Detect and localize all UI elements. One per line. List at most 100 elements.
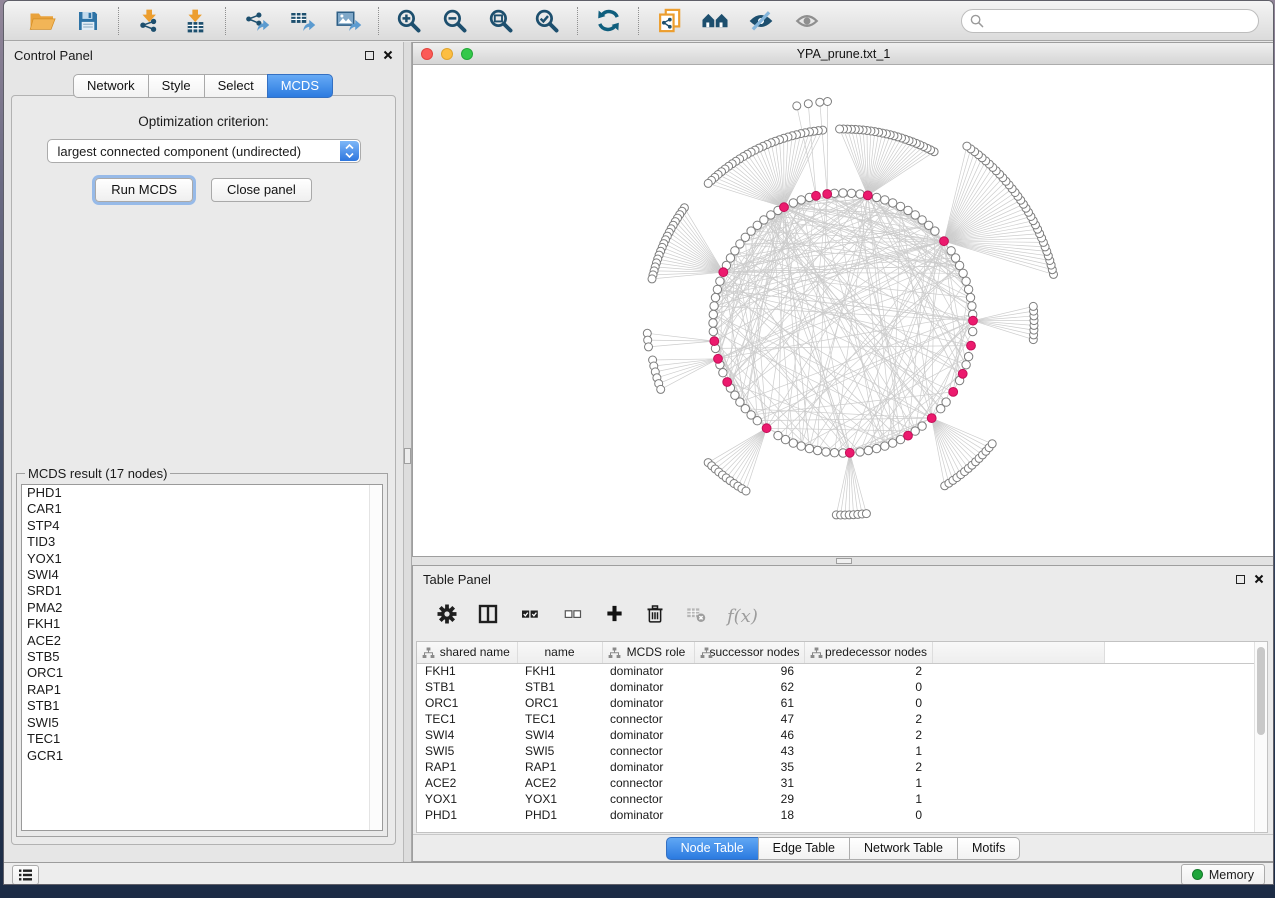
table-cell: RAP1	[517, 759, 602, 775]
table-cell: PHD1	[417, 807, 517, 823]
horizontal-splitter-grip[interactable]	[836, 558, 852, 564]
import-table-button[interactable]	[177, 5, 213, 37]
table-row[interactable]: YOX1YOX1connector291	[417, 791, 1254, 807]
task-history-button[interactable]	[12, 865, 39, 885]
table-cell: dominator	[602, 727, 694, 743]
export-network-button[interactable]	[238, 5, 274, 37]
node-table: shared namenameMCDS rolesuccessor nodesp…	[416, 641, 1268, 833]
zoom-selected-button[interactable]	[529, 5, 565, 37]
export-table-button[interactable]	[284, 5, 320, 37]
mcds-result-item[interactable]: SWI4	[22, 567, 382, 583]
open-file-button[interactable]	[24, 5, 60, 37]
mcds-result-item[interactable]: ACE2	[22, 633, 382, 649]
delete-column-button[interactable]	[645, 604, 665, 629]
control-panel-title: Control Panel	[14, 48, 93, 63]
search-input[interactable]	[961, 9, 1259, 33]
tab-style[interactable]: Style	[148, 74, 205, 98]
add-column-button[interactable]	[605, 604, 624, 628]
mcds-result-list[interactable]: PHD1CAR1STP4TID3YOX1SWI4SRD1PMA2FKH1ACE2…	[21, 484, 383, 831]
network-canvas[interactable]	[413, 65, 1274, 556]
mcds-result-item[interactable]: STP4	[22, 518, 382, 534]
table-row[interactable]: STB1STB1dominator620	[417, 679, 1254, 695]
table-row[interactable]: FKH1FKH1dominator962	[417, 663, 1254, 679]
mcds-result-item[interactable]: RAP1	[22, 682, 382, 698]
table-cell-blank	[1104, 695, 1254, 711]
column-header-predecessor-nodes[interactable]: predecessor nodes	[804, 642, 932, 663]
first-neighbors-button[interactable]	[697, 5, 733, 37]
hide-selected-button[interactable]	[743, 5, 779, 37]
function-builder-button: f(x)	[727, 606, 758, 627]
network-graph[interactable]	[413, 65, 1274, 556]
mcds-result-item[interactable]: YOX1	[22, 551, 382, 567]
column-header-successor-nodes[interactable]: successor nodes	[694, 642, 804, 663]
tab-select[interactable]: Select	[204, 74, 268, 98]
close-panel-button[interactable]: Close panel	[211, 178, 312, 202]
tab-edge-table[interactable]: Edge Table	[758, 837, 850, 860]
mcds-result-item[interactable]: PMA2	[22, 600, 382, 616]
show-column-panel-button[interactable]	[478, 604, 498, 629]
mcds-result-item[interactable]: GCR1	[22, 748, 382, 764]
mcds-list-scrollbar[interactable]	[369, 485, 382, 830]
duplicate-network-button[interactable]	[651, 5, 687, 37]
mcds-result-item[interactable]: STB5	[22, 649, 382, 665]
table-row[interactable]: TEC1TEC1connector472	[417, 711, 1254, 727]
mcds-result-item[interactable]: SRD1	[22, 583, 382, 599]
close-panel-icon[interactable]	[383, 48, 393, 63]
select-all-button[interactable]	[519, 606, 541, 627]
table-cell-blank	[1104, 679, 1254, 695]
import-network-button[interactable]	[131, 5, 167, 37]
table-row[interactable]: SWI5SWI5connector431	[417, 743, 1254, 759]
table-row[interactable]: ACE2ACE2connector311	[417, 775, 1254, 791]
table-panel-title: Table Panel	[423, 572, 491, 587]
run-mcds-button[interactable]: Run MCDS	[95, 178, 193, 202]
float-panel-icon[interactable]	[365, 51, 374, 60]
table-row[interactable]: SWI4SWI4dominator462	[417, 727, 1254, 743]
export-image-button[interactable]	[330, 5, 366, 37]
tab-mcds[interactable]: MCDS	[267, 74, 333, 98]
table-row[interactable]: RAP1RAP1dominator352	[417, 759, 1254, 775]
zoom-out-button[interactable]	[437, 5, 473, 37]
table-cell-blank	[1104, 663, 1254, 679]
table-scrollbar[interactable]	[1254, 642, 1267, 832]
export-network-icon	[243, 8, 270, 33]
column-header-name[interactable]: name	[517, 642, 602, 663]
close-table-panel-icon[interactable]	[1254, 572, 1264, 587]
tab-network[interactable]: Network	[73, 74, 149, 98]
table-cell: connector	[602, 775, 694, 791]
refresh-layout-button[interactable]	[590, 5, 626, 37]
column-header-MCDS-role[interactable]: MCDS role	[602, 642, 694, 663]
mcds-result-item[interactable]: PHD1	[22, 485, 382, 501]
tab-network-table[interactable]: Network Table	[849, 837, 958, 860]
mcds-result-item[interactable]: ORC1	[22, 665, 382, 681]
toolbar-group	[12, 5, 118, 37]
column-header-shared-name[interactable]: shared name	[417, 642, 517, 663]
tab-node-table[interactable]: Node Table	[666, 837, 759, 860]
table-cell: YOX1	[417, 791, 517, 807]
save-session-button[interactable]	[70, 5, 106, 37]
vertical-splitter-grip[interactable]	[404, 448, 411, 464]
table-scrollbar-thumb[interactable]	[1257, 647, 1265, 735]
mcds-result-item[interactable]: TID3	[22, 534, 382, 550]
zoom-fit-button[interactable]	[483, 5, 519, 37]
mcds-result-item[interactable]: FKH1	[22, 616, 382, 632]
search-box	[961, 9, 1259, 33]
show-all-button[interactable]	[789, 5, 825, 37]
table-row[interactable]: PHD1PHD1dominator180	[417, 807, 1254, 823]
mcds-result-item[interactable]: TEC1	[22, 731, 382, 747]
float-table-panel-icon[interactable]	[1236, 575, 1245, 584]
zoom-in-button[interactable]	[391, 5, 427, 37]
vertical-splitter[interactable]	[403, 42, 412, 862]
table-cell: dominator	[602, 807, 694, 823]
mcds-result-item[interactable]: SWI5	[22, 715, 382, 731]
tab-motifs[interactable]: Motifs	[957, 837, 1020, 860]
mcds-result-item[interactable]: CAR1	[22, 501, 382, 517]
deselect-all-button[interactable]	[562, 606, 584, 627]
settings-button[interactable]	[437, 604, 457, 629]
horizontal-splitter[interactable]	[412, 557, 1274, 565]
table-cell: 61	[694, 695, 804, 711]
memory-button[interactable]: Memory	[1181, 864, 1265, 885]
criterion-dropdown[interactable]: largest connected component (undirected)	[47, 139, 361, 163]
mcds-result-item[interactable]: STB1	[22, 698, 382, 714]
table-cell: 96	[694, 663, 804, 679]
table-row[interactable]: ORC1ORC1dominator610	[417, 695, 1254, 711]
